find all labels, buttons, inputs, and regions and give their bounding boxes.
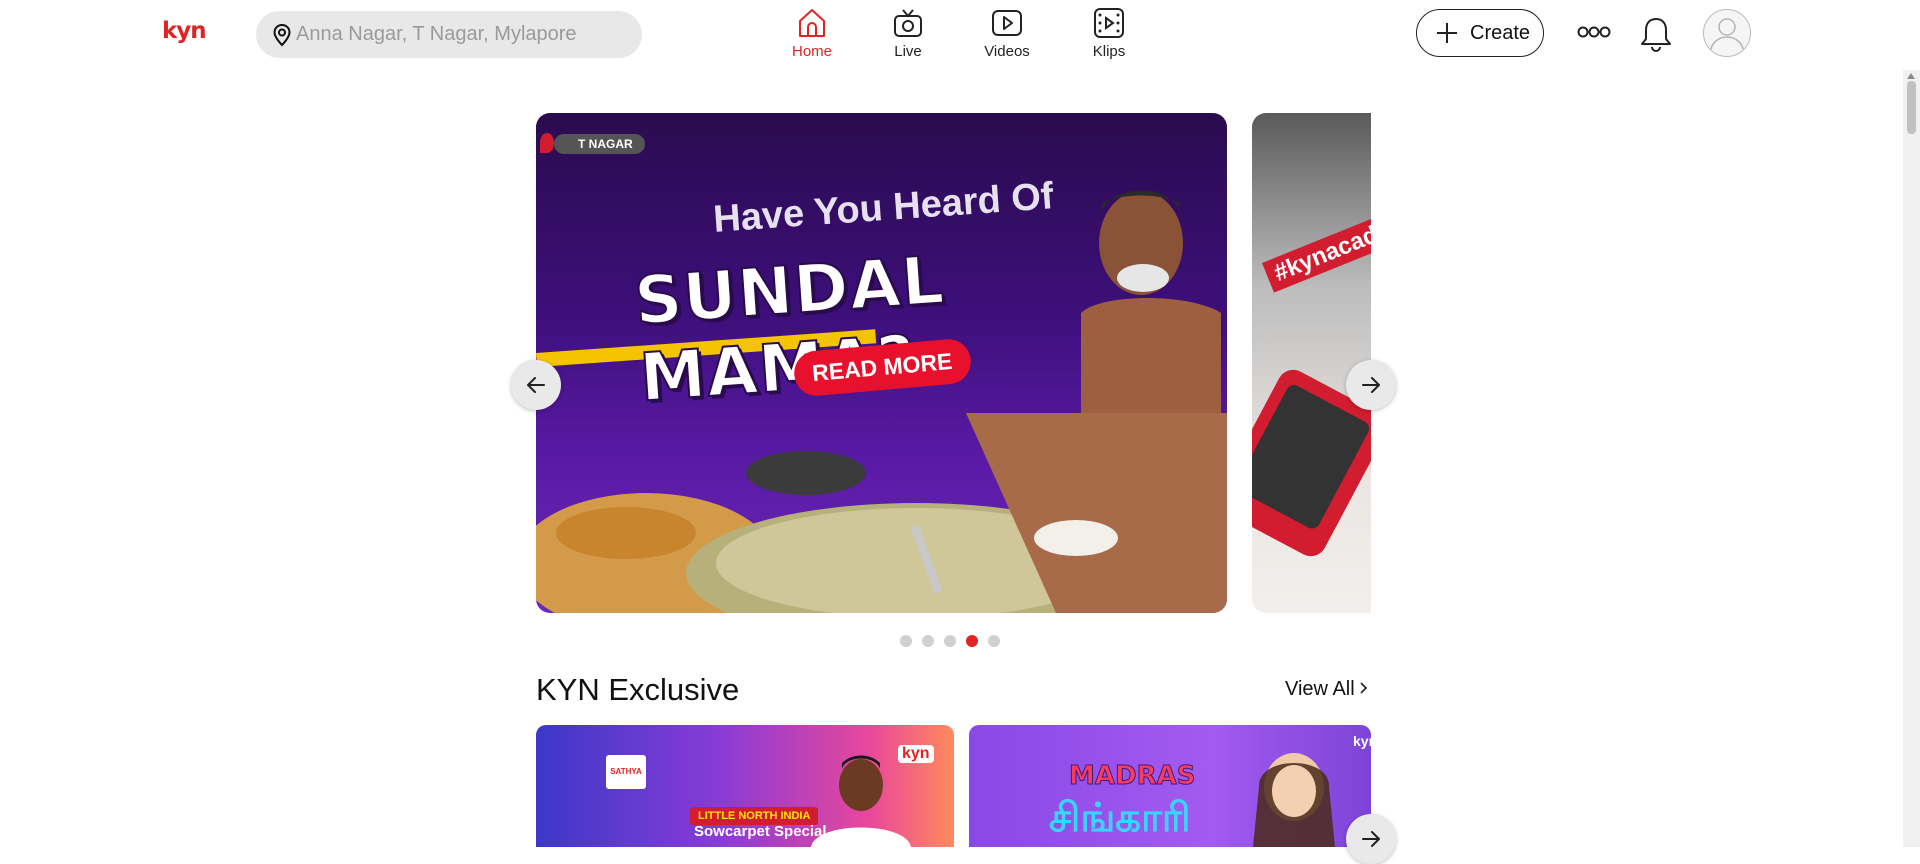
nav-live[interactable]: Live — [868, 6, 948, 60]
nav-videos-label: Videos — [984, 43, 1030, 60]
arrow-left-icon — [527, 377, 545, 393]
nav-klips-label: Klips — [1092, 43, 1126, 60]
nav-live-label: Live — [894, 43, 922, 60]
hero-slide-sundal-mama[interactable]: T NAGAR Have You Heard Of SUNDAL MAMA? R… — [536, 113, 1227, 613]
carousel-dot[interactable] — [988, 635, 1000, 647]
page-scrollbar[interactable] — [1903, 70, 1920, 847]
more-options-icon[interactable] — [1577, 22, 1611, 42]
carousel-next-button[interactable] — [1346, 360, 1396, 410]
user-icon — [1709, 18, 1745, 53]
nav-klips[interactable]: Klips — [1069, 6, 1149, 60]
view-all-label: View All — [1285, 678, 1355, 700]
exclusive-card-sowcarpet[interactable]: SATHYA LITTLE NORTH INDIA Sowcarpet Spec… — [536, 725, 954, 847]
location-tag: T NAGAR — [554, 134, 645, 154]
exclusive-next-button[interactable] — [1346, 814, 1396, 864]
vendor-food-photo — [536, 413, 1227, 613]
play-icon — [992, 10, 1022, 36]
create-button-label: Create — [1470, 22, 1531, 44]
top-header: kyn Anna Nagar, T Nagar, Mylapore Home L… — [0, 0, 1920, 70]
arrow-right-icon — [1362, 831, 1380, 847]
location-search[interactable]: Anna Nagar, T Nagar, Mylapore — [256, 11, 642, 58]
slide-hashtag: #kynacad — [1262, 216, 1371, 293]
create-button[interactable]: Create — [1416, 9, 1544, 57]
user-avatar[interactable] — [1703, 9, 1751, 57]
plus-icon — [1437, 23, 1457, 43]
scroll-thumb[interactable] — [1907, 81, 1916, 134]
section-title: KYN Exclusive — [536, 672, 740, 707]
chevron-right-icon — [1360, 682, 1367, 694]
carousel-prev-button[interactable] — [511, 360, 561, 410]
hero-slide-preview[interactable]: #kynacad — [1252, 113, 1371, 613]
search-placeholder: Anna Nagar, T Nagar, Mylapore — [296, 23, 577, 45]
card-subtitle-tamil: சிங்காரி — [1049, 795, 1191, 841]
kyn-logo[interactable]: kyn — [162, 18, 207, 44]
host-portrait — [811, 755, 911, 847]
carousel-dot-active[interactable] — [966, 635, 978, 647]
card-title: MADRAS — [1068, 761, 1196, 792]
notification-bell-icon[interactable] — [1638, 15, 1674, 53]
vendor-portrait — [1081, 190, 1221, 413]
location-tag-pin-icon — [540, 133, 554, 153]
card-kyn-logo: kyn — [1353, 733, 1371, 749]
carousel-dot[interactable] — [900, 635, 912, 647]
tv-icon — [894, 9, 922, 37]
nav-videos[interactable]: Videos — [967, 6, 1047, 60]
carousel-dot[interactable] — [922, 635, 934, 647]
film-icon — [1094, 8, 1124, 38]
nav-home[interactable]: Home — [772, 6, 852, 60]
arrow-right-icon — [1362, 377, 1380, 393]
exclusive-card-madras-singari[interactable]: MADRAS சிங்காரி kyn — [969, 725, 1371, 847]
scroll-up-arrow[interactable] — [1907, 73, 1915, 79]
home-icon — [799, 9, 825, 37]
nav-home-label: Home — [791, 43, 832, 60]
location-pin-icon — [273, 23, 291, 47]
carousel-dot[interactable] — [944, 635, 956, 647]
slide-kicker: Have You Heard Of — [712, 175, 1055, 241]
sponsor-name: SATHYA — [610, 767, 642, 776]
view-all-link[interactable]: View All — [1285, 678, 1368, 701]
host-portrait — [1253, 753, 1335, 847]
